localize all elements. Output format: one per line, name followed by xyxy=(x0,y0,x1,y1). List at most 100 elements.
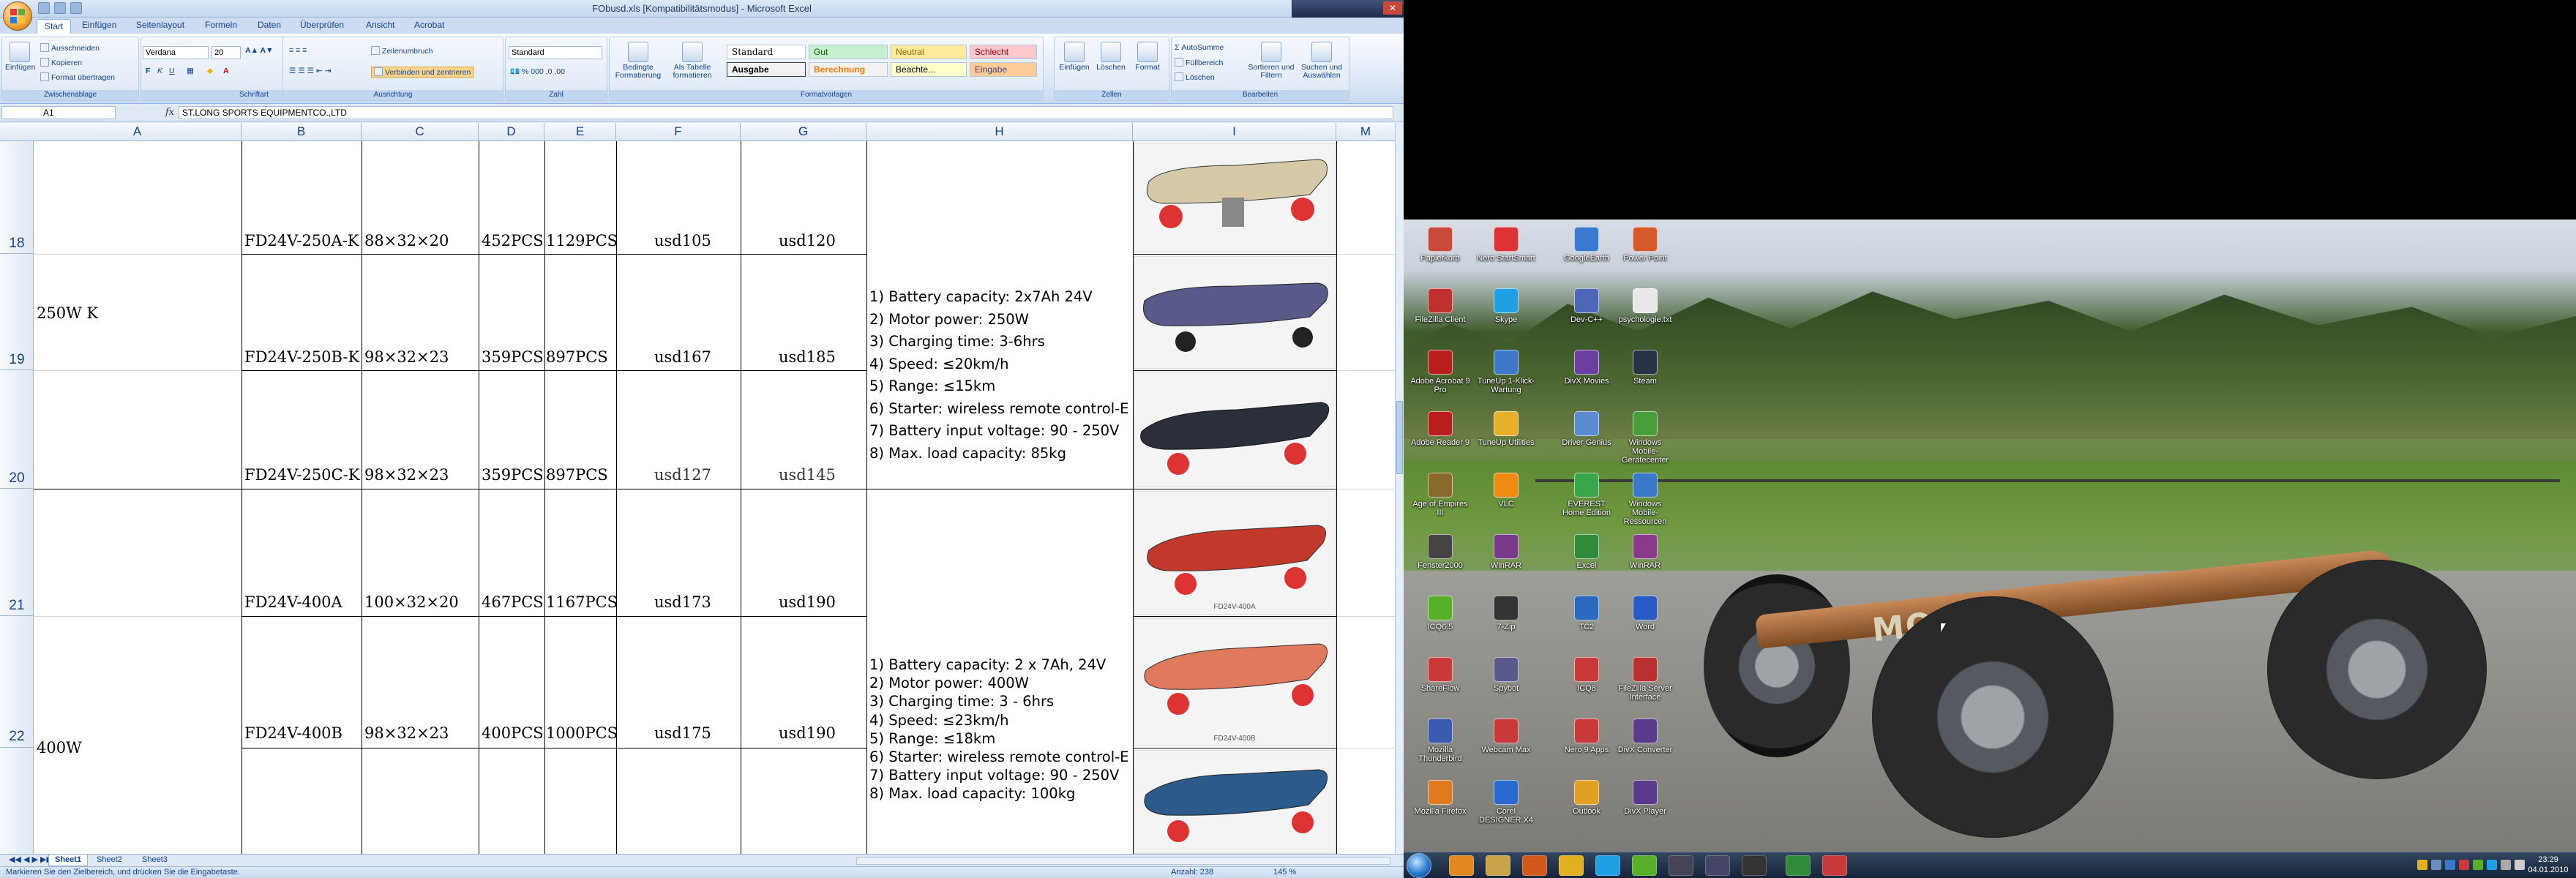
desktop-icon[interactable]: GoogleEarth xyxy=(1557,227,1617,263)
format-as-table-button[interactable]: Als Tabelle formatieren xyxy=(668,42,716,80)
cell-qty-e[interactable]: 897PCS xyxy=(546,466,608,484)
fill-color-icon[interactable]: ◆ xyxy=(207,67,213,75)
desktop-icon[interactable]: Mozilla Firefox xyxy=(1410,780,1470,816)
clock[interactable]: 23:29 04.01.2010 xyxy=(2526,855,2570,875)
cell-qty-d[interactable]: 359PCS xyxy=(482,348,544,366)
tray-icon[interactable] xyxy=(2431,860,2441,870)
tab-start[interactable]: Start xyxy=(37,19,72,34)
cell-model[interactable]: FD24V-400B xyxy=(244,724,342,742)
desktop-icon[interactable]: Age of Empires III xyxy=(1410,473,1470,517)
fx-icon[interactable]: fx xyxy=(165,107,174,118)
tray-icon[interactable] xyxy=(2459,860,2469,870)
desktop-icon[interactable]: Fenster2000 xyxy=(1410,534,1470,570)
desktop-icon[interactable]: Mozilla Thunderbird xyxy=(1410,718,1470,763)
product-image[interactable] xyxy=(1134,256,1336,369)
desktop-icon[interactable]: 7-Zip xyxy=(1476,596,1536,631)
row-header-22[interactable]: 22 xyxy=(0,616,34,748)
col-header-d[interactable]: D xyxy=(479,123,544,141)
product-image[interactable]: FD24V-400B xyxy=(1134,618,1336,746)
desktop-icon[interactable]: DivX Movies xyxy=(1557,350,1617,386)
desktop-icon[interactable]: Nero 9 Apps xyxy=(1557,718,1617,754)
cell-qty-e[interactable]: 1000PCS xyxy=(546,724,618,742)
desktop-icon[interactable]: Windows Mobile-Ressourcen xyxy=(1615,473,1675,526)
steam-icon[interactable] xyxy=(1669,855,1693,876)
desktop-icon[interactable]: Driver Genius xyxy=(1557,411,1617,447)
cell-price-f[interactable]: usd175 xyxy=(654,724,711,742)
close-icon[interactable]: ✕ xyxy=(1383,1,1402,15)
office-button[interactable] xyxy=(3,1,32,31)
cell-price-f[interactable]: usd167 xyxy=(654,348,711,366)
desktop-icon[interactable]: Papierkorb xyxy=(1410,227,1470,263)
cell-price-f[interactable]: usd173 xyxy=(654,593,711,611)
cell-qty-e[interactable]: 1167PCS xyxy=(546,593,618,611)
desktop-icon[interactable]: Adobe Reader 9 xyxy=(1410,411,1470,447)
desktop-icon[interactable]: Spybot xyxy=(1476,657,1536,693)
cell-price-f[interactable]: usd127 xyxy=(654,466,711,484)
spreadsheet-grid[interactable]: 250W K 400W FD24V-250A-K 88×32×20 452PCS… xyxy=(34,141,1395,854)
desktop-icon[interactable]: VLC xyxy=(1476,473,1536,509)
desktop-icon[interactable]: Word xyxy=(1615,596,1675,631)
row-header-20[interactable]: 20 xyxy=(0,370,34,489)
autosum-button[interactable]: Σ AutoSumme xyxy=(1175,43,1224,52)
excel-icon[interactable] xyxy=(1786,855,1811,876)
ecq-icon[interactable] xyxy=(1705,855,1730,876)
cell-price-f[interactable]: usd105 xyxy=(654,232,711,249)
cell-a-group-2[interactable]: 400W xyxy=(37,739,82,757)
style-beachte[interactable]: Beachte... xyxy=(891,62,967,77)
desktop-icon[interactable]: Skype xyxy=(1476,288,1536,324)
outlook-icon[interactable] xyxy=(1559,855,1584,876)
col-header-b[interactable]: B xyxy=(242,123,362,141)
number-format-select[interactable]: Standard xyxy=(509,46,602,59)
desktop-icon[interactable]: DivX Converter xyxy=(1615,718,1675,754)
vertical-scrollbar[interactable] xyxy=(1395,123,1404,854)
skype-icon[interactable] xyxy=(1595,855,1620,876)
cell-model[interactable]: FD24V-250B-K xyxy=(244,348,359,366)
col-header-h[interactable]: H xyxy=(866,123,1133,141)
filezilla-icon[interactable] xyxy=(1822,855,1847,876)
insert-cells-button[interactable]: Einfügen xyxy=(1057,42,1091,72)
cell-price-g[interactable]: usd190 xyxy=(779,724,836,742)
desktop-icon[interactable]: Power Point xyxy=(1615,227,1675,263)
col-header-c[interactable]: C xyxy=(362,123,479,141)
cell-price-g[interactable]: usd120 xyxy=(779,232,836,249)
tab-insert[interactable]: Einfügen xyxy=(82,20,116,30)
underline-button[interactable]: U xyxy=(169,67,175,75)
cell-spec-400w[interactable]: 1) Battery capacity: 2 x 7Ah, 24V 2) Mot… xyxy=(869,656,1128,803)
desktop-icon[interactable]: Excel xyxy=(1557,534,1617,570)
desktop-icon[interactable]: EVEREST Home Edition xyxy=(1557,473,1617,517)
name-box[interactable]: A1 xyxy=(1,106,116,119)
tab-view[interactable]: Ansicht xyxy=(366,20,394,30)
desktop-icon[interactable]: TuneUp 1-Klick-Wartung xyxy=(1476,350,1536,394)
cell-model[interactable]: FD24V-250A-K xyxy=(244,232,359,249)
cell-size[interactable]: 88×32×20 xyxy=(364,232,449,249)
cell-size[interactable]: 100×32×20 xyxy=(364,593,459,611)
firefox-icon[interactable] xyxy=(1522,855,1547,876)
align-left-icon[interactable]: ☰ ☰ ☰ ⇤ ⇥ xyxy=(289,67,332,75)
cell-qty-d[interactable]: 467PCS xyxy=(482,593,544,611)
delete-cells-button[interactable]: Löschen xyxy=(1094,42,1128,72)
desktop-icon[interactable]: FileZilla Server Interface xyxy=(1615,657,1675,702)
col-header-a[interactable]: A xyxy=(34,123,242,141)
formula-input[interactable]: ST.LONG SPORTS EQUIPMENTCO.,LTD xyxy=(179,106,1393,119)
fill-button[interactable]: Füllbereich xyxy=(1175,58,1223,67)
cell-qty-d[interactable]: 452PCS xyxy=(482,232,544,249)
format-cells-button[interactable]: Format xyxy=(1131,42,1164,72)
copy-button[interactable]: Kopieren xyxy=(40,58,82,67)
app-icon[interactable] xyxy=(1742,855,1767,876)
desktop-icon[interactable]: WinRAR xyxy=(1615,534,1675,570)
cut-button[interactable]: Ausschneiden xyxy=(40,43,100,53)
style-eingabe[interactable]: Eingabe xyxy=(970,62,1037,77)
cell-qty-d[interactable]: 400PCS xyxy=(482,724,544,742)
merge-center-button[interactable]: Verbinden und zentrieren xyxy=(371,67,474,78)
desktop-icon[interactable]: TC2 xyxy=(1557,596,1617,631)
style-schlecht[interactable]: Schlecht xyxy=(970,45,1037,59)
tray-icon[interactable] xyxy=(2417,860,2427,870)
format-painter-button[interactable]: Format übertragen xyxy=(40,72,115,82)
col-header-f[interactable]: F xyxy=(616,123,741,141)
paste-button[interactable]: Einfügen xyxy=(5,42,35,72)
cell-price-g[interactable]: usd145 xyxy=(779,466,836,484)
grow-font-icon[interactable]: A▲ A▼ xyxy=(245,46,273,55)
horizontal-scrollbar[interactable] xyxy=(856,857,1390,865)
desktop-icon[interactable]: Dev-C++ xyxy=(1557,288,1617,324)
tab-review[interactable]: Überprüfen xyxy=(300,20,344,30)
